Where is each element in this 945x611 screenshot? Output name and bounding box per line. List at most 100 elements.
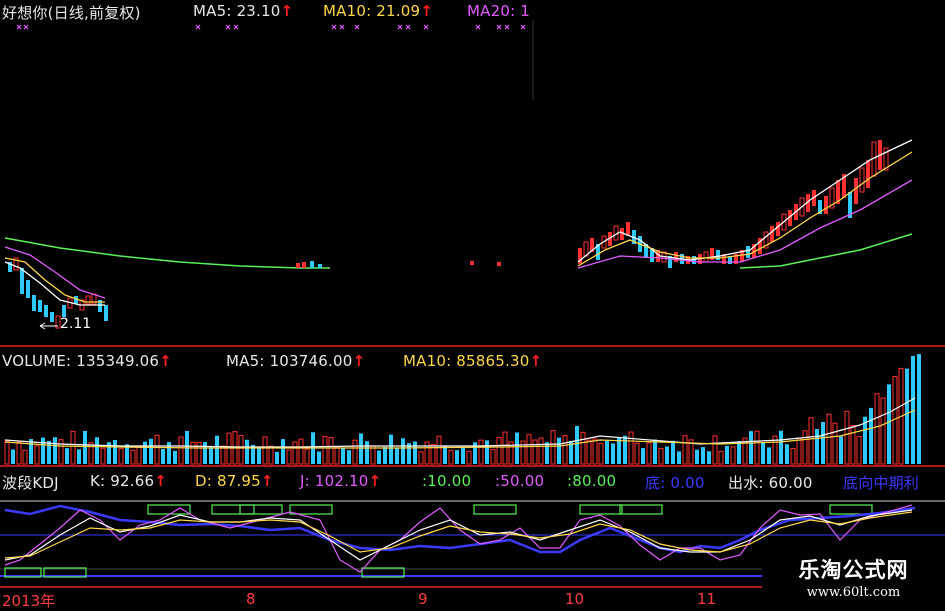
volume-bar [658, 447, 664, 465]
volume-bar [790, 447, 796, 465]
volume-bar [352, 439, 358, 465]
volume-bar [779, 430, 783, 464]
volume-bar [557, 437, 561, 464]
volume-bar [334, 446, 340, 465]
volume-bar [869, 407, 873, 464]
watermark-logo: 乐淘公式网 www.60lt.com [762, 548, 945, 609]
volume-bar [490, 448, 496, 465]
volume-bar [424, 441, 430, 465]
volume-bar [767, 447, 771, 464]
volume-bar [257, 447, 261, 464]
volume-bar [874, 393, 880, 465]
date-label: 8 [246, 590, 256, 608]
volume-bar [395, 448, 399, 464]
volume-bar [844, 410, 850, 465]
volume-bar [761, 442, 765, 464]
volume-bar [22, 449, 28, 465]
volume-bar [4, 440, 10, 465]
volume-bar [754, 430, 760, 465]
price-ma60-line [4, 237, 330, 269]
volume-bar [707, 451, 711, 464]
volume-bar [832, 422, 838, 465]
volume-bar [34, 445, 40, 465]
volume-bar [586, 439, 592, 465]
volume-bar [665, 446, 669, 464]
volume-bar [802, 430, 808, 465]
volume-bar [130, 449, 136, 465]
volume-bar [215, 435, 219, 464]
volume-bar [617, 437, 621, 464]
volume-bar [826, 413, 832, 465]
volume-bar [41, 437, 45, 464]
volume-bar [436, 435, 442, 465]
volume-bar [641, 448, 645, 464]
volume-bar [100, 447, 106, 465]
volume-bar [281, 439, 285, 464]
volume-bar [178, 436, 184, 465]
volume-bar [592, 438, 598, 465]
volume-bar [526, 434, 532, 465]
volume-bar [538, 437, 544, 465]
volume-bar [796, 437, 802, 465]
volume-bar [562, 434, 568, 465]
volume-bar [143, 441, 147, 464]
date-label: 9 [418, 590, 428, 608]
date-label: 2013年 [2, 592, 56, 610]
volume-bar [53, 437, 57, 464]
volume-bar [83, 430, 87, 464]
volume-bar [466, 450, 472, 465]
volume-bar [671, 440, 675, 464]
volume-bar [575, 425, 579, 464]
volume-bar [77, 449, 81, 464]
volume-bar [917, 354, 921, 464]
volume-bar [377, 450, 381, 464]
volume-bar [677, 451, 681, 464]
volume-bar [220, 445, 226, 465]
volume-bar [856, 435, 862, 465]
volume-bar [461, 447, 465, 464]
volume-bar [173, 450, 177, 464]
volume-bar [167, 442, 171, 464]
volume-bar [653, 439, 657, 464]
volume-bar [161, 449, 165, 464]
volume-bar [712, 435, 718, 465]
volume-bar [718, 450, 724, 465]
volume-ma-lines [4, 397, 916, 449]
volume-bar [880, 397, 886, 465]
volume-bar [730, 446, 736, 465]
volume-bar [95, 437, 99, 464]
volume-bar [389, 434, 393, 464]
volume-bar [262, 436, 268, 465]
volume-bar [418, 451, 424, 465]
volume-bar [70, 430, 76, 465]
volume-bar [118, 448, 124, 465]
volume-bar [136, 446, 142, 465]
volume-bar [887, 384, 891, 464]
volume-bar [275, 451, 279, 464]
volume-bar [905, 368, 909, 464]
volume-bar [209, 446, 213, 464]
volume-bar [328, 436, 334, 465]
volume-bar [550, 430, 556, 465]
volume-bar [634, 442, 640, 465]
price-candles-mid [296, 261, 501, 268]
price-candles-right [577, 139, 913, 269]
volume-bar [502, 431, 508, 465]
volume-bar [623, 435, 627, 464]
volume-bar [413, 441, 417, 464]
volume-bar [149, 438, 153, 464]
volume-bar [359, 433, 363, 464]
volume-bar [322, 435, 328, 465]
volume-bar [16, 441, 22, 465]
volume-bar [317, 451, 321, 464]
volume-bar [646, 442, 652, 465]
volume-bar [839, 436, 843, 464]
volume-bar [496, 436, 502, 465]
volume-bar [286, 449, 292, 465]
price-candles-left [4, 246, 108, 330]
volume-bar [401, 438, 405, 464]
volume-bar [29, 439, 33, 464]
stock-chart-canvas[interactable] [0, 0, 945, 609]
volume-bar [628, 431, 634, 465]
volume-bar [821, 421, 825, 464]
